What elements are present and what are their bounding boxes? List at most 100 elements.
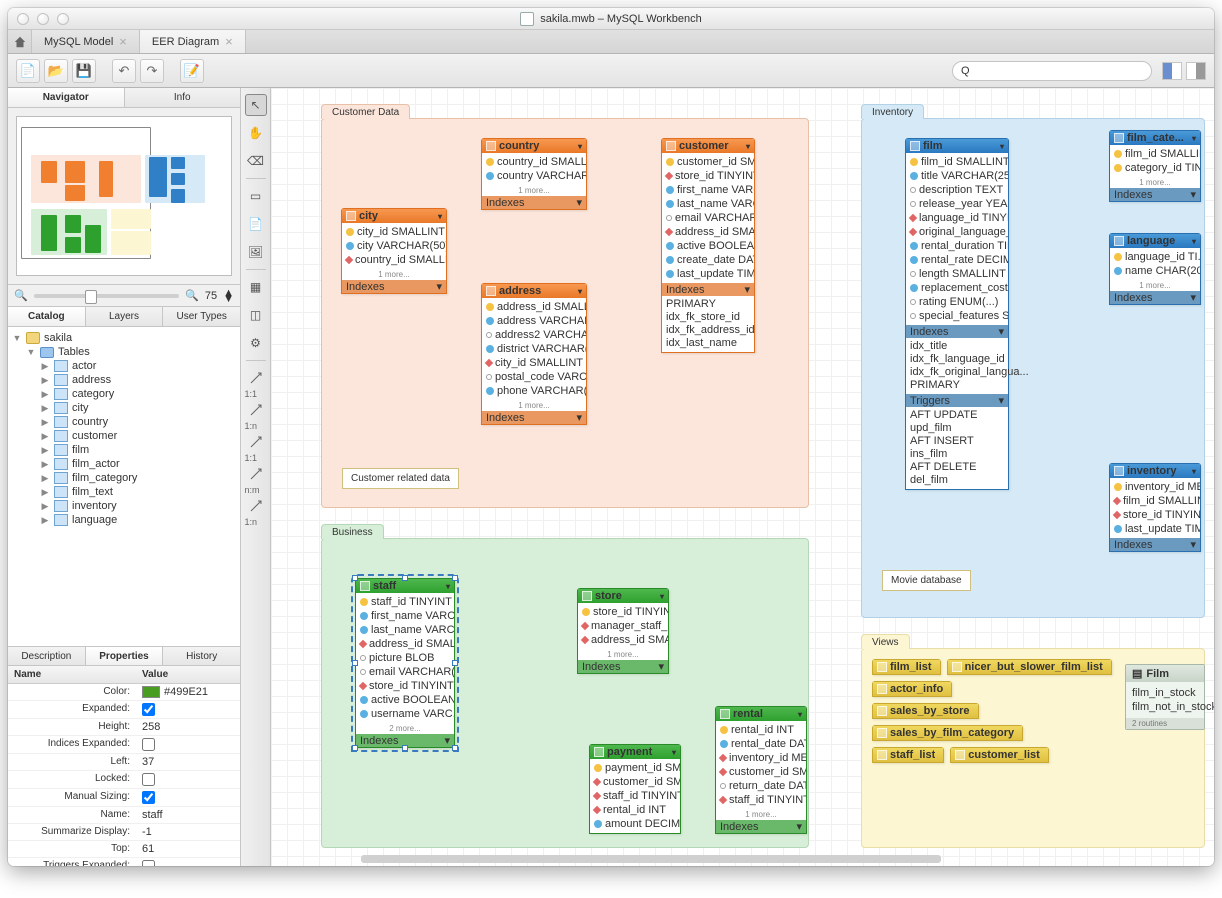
tree-table-film_text[interactable]: ▶film_text — [8, 485, 240, 499]
relation-tool-0[interactable] — [245, 367, 267, 389]
prop-checkbox[interactable] — [142, 860, 155, 866]
column[interactable]: picture BLOB — [356, 651, 454, 665]
entity-city[interactable]: city▾city_id SMALLINTcity VARCHAR(50)cou… — [341, 208, 447, 294]
column[interactable]: city VARCHAR(50) — [342, 239, 446, 253]
column[interactable]: name CHAR(20) — [1110, 264, 1200, 278]
tree-table-actor[interactable]: ▶actor — [8, 359, 240, 373]
column[interactable]: last_update TIME... — [1110, 522, 1200, 536]
column[interactable]: city_id SMALLINT — [342, 225, 446, 239]
routine-tool[interactable]: ⚙ — [245, 332, 267, 354]
entity-country[interactable]: country▾country_id SMALLINTcountry VARCH… — [481, 138, 587, 210]
prop-checkbox[interactable] — [142, 703, 155, 716]
triggers-section[interactable]: Triggers▾ — [906, 394, 1008, 407]
relation-tool-4[interactable] — [245, 495, 267, 517]
h-scrollbar[interactable] — [361, 855, 941, 863]
column[interactable]: staff_id TINYINT — [590, 789, 680, 803]
new-file-button[interactable]: 📄 — [16, 59, 40, 83]
doc-tab-mysql-model[interactable]: MySQL Model× — [32, 30, 140, 53]
entity-header[interactable]: city▾ — [342, 209, 446, 223]
relation-tool-1[interactable] — [245, 399, 267, 421]
prop-checkbox[interactable] — [142, 773, 155, 786]
note-tool[interactable]: 📄 — [245, 213, 267, 235]
tree-table-inventory[interactable]: ▶inventory — [8, 499, 240, 513]
info-tabs-history[interactable]: History — [163, 647, 240, 665]
info-tab[interactable]: Info — [125, 88, 241, 107]
view-sales_by_store[interactable]: sales_by_store — [872, 703, 979, 719]
indexes-section[interactable]: Indexes▾ — [716, 820, 806, 833]
view-nicer_but_slower_film_list[interactable]: nicer_but_slower_film_list — [947, 659, 1112, 675]
catalog-tree[interactable]: ▼sakila ▼Tables ▶actor▶address▶category▶… — [8, 327, 240, 646]
relation-tool-2[interactable] — [245, 431, 267, 453]
column[interactable]: address_id SMALL... — [662, 225, 754, 239]
view-sales_by_film_category[interactable]: sales_by_film_category — [872, 725, 1023, 741]
column[interactable]: address2 VARCHA... — [482, 328, 586, 342]
info-tabs-properties[interactable]: Properties — [86, 647, 164, 665]
column[interactable]: rental_id INT — [590, 803, 680, 817]
column[interactable]: phone VARCHAR(20) — [482, 384, 586, 398]
entity-staff[interactable]: staff▾staff_id TINYINTfirst_name VARC...… — [355, 578, 455, 748]
resize-handle[interactable] — [452, 575, 458, 581]
catalog-tabs-layers[interactable]: Layers — [86, 307, 164, 326]
column[interactable]: address_id SMAL... — [578, 633, 668, 647]
entity-header[interactable]: film_cate...▾ — [1110, 131, 1200, 145]
entity-language[interactable]: language▾language_id TI...name CHAR(20)1… — [1109, 233, 1201, 305]
view-customer_list[interactable]: customer_list — [950, 747, 1049, 763]
column[interactable]: language_id TINYINT — [906, 211, 1008, 225]
column[interactable]: address VARCHAR... — [482, 314, 586, 328]
column[interactable]: manager_staff_id... — [578, 619, 668, 633]
entity-header[interactable]: staff▾ — [356, 579, 454, 593]
select-tool[interactable]: ↖ — [245, 94, 267, 116]
column[interactable]: last_name VARCH... — [662, 197, 754, 211]
indexes-section[interactable]: Indexes▾ — [906, 325, 1008, 338]
column[interactable]: last_update TIMES... — [662, 267, 754, 281]
image-tool[interactable]: 🖼 — [245, 241, 267, 263]
schema-name[interactable]: sakila — [44, 332, 72, 344]
inventory-note[interactable]: Movie database — [882, 570, 971, 591]
indexes-section[interactable]: Indexes▾ — [482, 196, 586, 209]
resize-handle[interactable] — [352, 575, 358, 581]
catalog-tabs-user-types[interactable]: User Types — [163, 307, 240, 326]
column[interactable]: first_name VARCH... — [662, 183, 754, 197]
column[interactable]: address_id SMALLI... — [482, 300, 586, 314]
entity-header[interactable]: store▾ — [578, 589, 668, 603]
prop-checkbox[interactable] — [142, 791, 155, 804]
column[interactable]: create_date DATET... — [662, 253, 754, 267]
view-staff_list[interactable]: staff_list — [872, 747, 944, 763]
close-tab-icon[interactable]: × — [225, 34, 233, 49]
diagram-canvas[interactable]: Customer Data Customer related data Inve… — [271, 88, 1214, 866]
column[interactable]: country_id SMALLINT — [482, 155, 586, 169]
entity-customer[interactable]: customer▾customer_id SMAL...store_id TIN… — [661, 138, 755, 353]
entity-header[interactable]: film▾ — [906, 139, 1008, 153]
column[interactable]: payment_id SMA... — [590, 761, 680, 775]
column[interactable]: email VARCHAR(... — [356, 665, 454, 679]
table-tool[interactable]: ▦ — [245, 276, 267, 298]
pan-tool[interactable]: ✋ — [245, 122, 267, 144]
column[interactable]: return_date DATE... — [716, 779, 806, 793]
resize-handle[interactable] — [452, 660, 458, 666]
indexes-section[interactable]: Indexes▾ — [482, 411, 586, 424]
column[interactable]: original_language_i... — [906, 225, 1008, 239]
column[interactable]: customer_id SMAL... — [662, 155, 754, 169]
tree-table-film_actor[interactable]: ▶film_actor — [8, 457, 240, 471]
layer-tool[interactable]: ▭ — [245, 185, 267, 207]
column[interactable]: store_id TINYINT — [356, 679, 454, 693]
doc-tab-eer-diagram[interactable]: EER Diagram× — [140, 30, 246, 53]
resize-handle[interactable] — [402, 575, 408, 581]
customer-note[interactable]: Customer related data — [342, 468, 459, 489]
indexes-section[interactable]: Indexes▾ — [578, 660, 668, 673]
entity-rental[interactable]: rental▾rental_id INTrental_date DATE...i… — [715, 706, 807, 834]
tree-table-country[interactable]: ▶country — [8, 415, 240, 429]
indexes-section[interactable]: Indexes▾ — [1110, 188, 1200, 201]
column[interactable]: replacement_cost D... — [906, 281, 1008, 295]
close-tab-icon[interactable]: × — [119, 34, 127, 49]
column[interactable]: rental_date DATE... — [716, 737, 806, 751]
info-tabs-description[interactable]: Description — [8, 647, 86, 665]
column[interactable]: country VARCHAR(... — [482, 169, 586, 183]
eraser-tool[interactable]: ⌫ — [245, 150, 267, 172]
tree-table-city[interactable]: ▶city — [8, 401, 240, 415]
column[interactable]: rating ENUM(...) — [906, 295, 1008, 309]
prop-checkbox[interactable] — [142, 738, 155, 751]
view-actor_info[interactable]: actor_info — [872, 681, 952, 697]
column[interactable]: staff_id TINYINT — [716, 793, 806, 807]
column[interactable]: release_year YEAR — [906, 197, 1008, 211]
